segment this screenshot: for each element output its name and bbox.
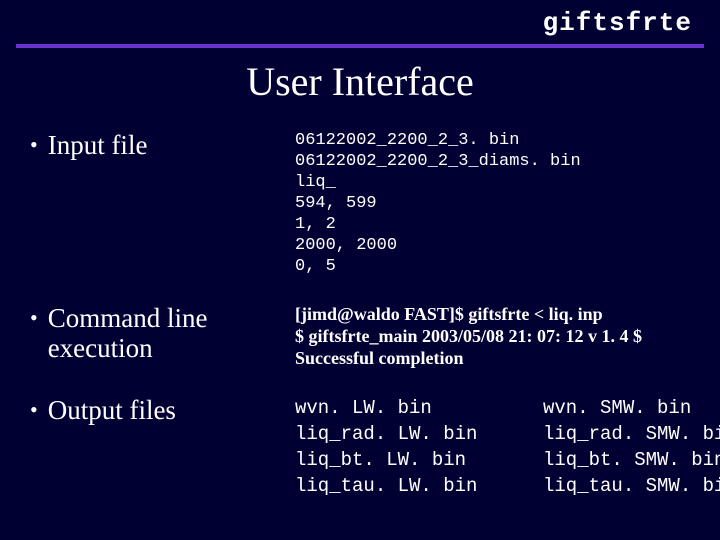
cmd-line-2: $ giftsfrte_main 2003/05/08 21: 07: 12 v… bbox=[295, 325, 700, 347]
bullet-input: • Input file bbox=[30, 130, 295, 160]
output-right-block: wvn. SMW. bin liq_rad. SMW. bin liq_bt. … bbox=[543, 395, 720, 499]
bullet-dot-icon: • bbox=[30, 395, 38, 425]
input-file-block: 06122002_2200_2_3. bin 06122002_2200_2_3… bbox=[295, 130, 700, 277]
bullet-output-label: Output files bbox=[48, 395, 176, 425]
row-input: • Input file 06122002_2200_2_3. bin 0612… bbox=[30, 130, 700, 277]
bullet-output: • Output files bbox=[30, 395, 295, 425]
header-brand: giftsfrte bbox=[543, 8, 692, 38]
input-content: 06122002_2200_2_3. bin 06122002_2200_2_3… bbox=[295, 130, 700, 277]
row-output: • Output files wvn. LW. bin liq_rad. LW.… bbox=[30, 395, 700, 499]
slide: giftsfrte User Interface • Input file 06… bbox=[0, 0, 720, 540]
cmd-line-1: [jimd@waldo FAST]$ giftsfrte < liq. inp bbox=[295, 303, 700, 325]
output-content: wvn. LW. bin liq_rad. LW. bin liq_bt. LW… bbox=[295, 395, 720, 499]
bullet-cmd-label: Command line execution bbox=[48, 303, 295, 363]
bullet-dot-icon: • bbox=[30, 303, 38, 333]
output-col-right: wvn. SMW. bin liq_rad. SMW. bin liq_bt. … bbox=[543, 395, 720, 499]
header-rule bbox=[16, 44, 704, 48]
output-grid: wvn. LW. bin liq_rad. LW. bin liq_bt. LW… bbox=[295, 395, 720, 499]
row-cmd: • Command line execution [jimd@waldo FAS… bbox=[30, 303, 700, 369]
cmd-line-3: Successful completion bbox=[295, 347, 700, 369]
bullet-dot-icon: • bbox=[30, 130, 38, 160]
cmd-content: [jimd@waldo FAST]$ giftsfrte < liq. inp … bbox=[295, 303, 700, 369]
output-col-left: wvn. LW. bin liq_rad. LW. bin liq_bt. LW… bbox=[295, 395, 525, 499]
bullet-cmd: • Command line execution bbox=[30, 303, 295, 363]
slide-body: • Input file 06122002_2200_2_3. bin 0612… bbox=[30, 130, 700, 520]
bullet-input-label: Input file bbox=[48, 130, 148, 160]
output-left-block: wvn. LW. bin liq_rad. LW. bin liq_bt. LW… bbox=[295, 395, 525, 499]
slide-title: User Interface bbox=[0, 58, 720, 105]
